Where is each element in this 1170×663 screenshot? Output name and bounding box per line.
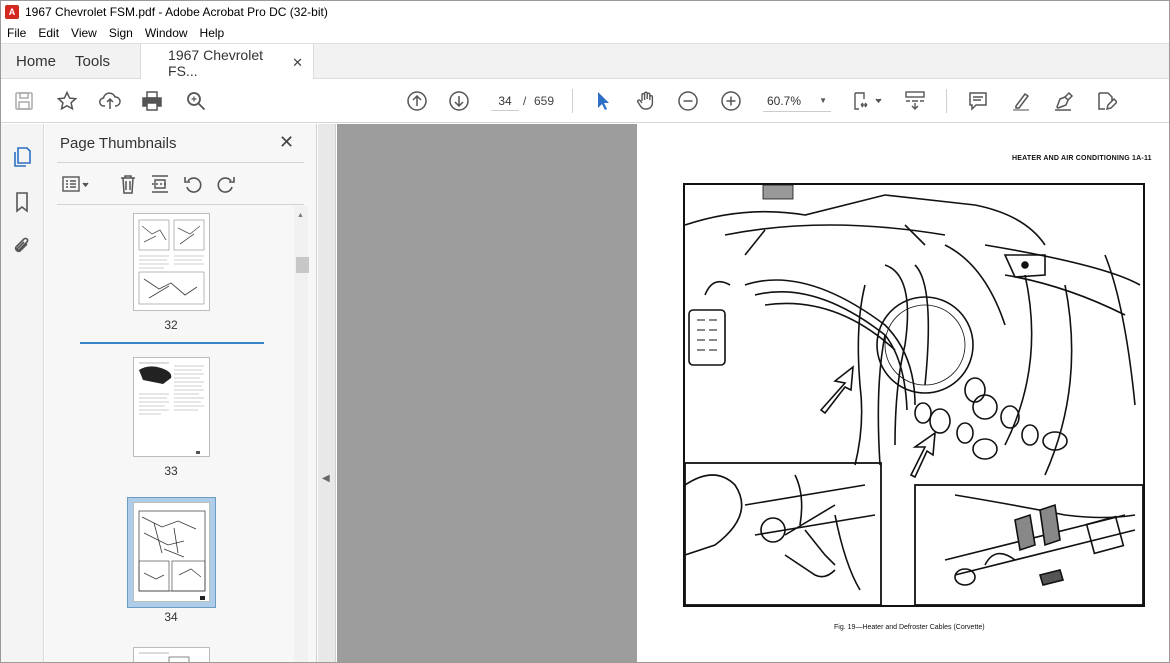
page-thumbnails-panel: Page Thumbnails ✕ 32 33 34 (45, 124, 317, 662)
thumbnail-page[interactable] (133, 647, 210, 662)
menu-edit[interactable]: Edit (38, 26, 59, 40)
thumbnail-preview (138, 510, 206, 600)
page-number-input[interactable] (491, 91, 519, 111)
heater-cable-drawing (684, 184, 1144, 606)
comment-icon[interactable] (966, 89, 990, 113)
page-up-icon[interactable] (405, 89, 429, 113)
sign-icon[interactable] (1051, 89, 1075, 113)
page-thumbnails-icon[interactable] (10, 145, 34, 169)
star-icon[interactable] (55, 89, 79, 113)
scrollbar-thumb[interactable] (296, 257, 309, 273)
document-viewer[interactable]: HEATER AND AIR CONDITIONING 1A-11 Fig. 1… (337, 124, 1169, 662)
hand-icon[interactable] (634, 89, 658, 113)
scroll-mode-icon[interactable] (903, 89, 927, 113)
thumbnail-label: 33 (164, 464, 178, 478)
thumbnail-label: 32 (164, 318, 178, 332)
acrobat-logo-icon: A (5, 5, 19, 19)
navigation-rail (1, 124, 44, 662)
panel-collapse-strip[interactable]: ◀ (318, 124, 336, 662)
main-toolbar: / 659 60.7% ▼ (1, 79, 1169, 123)
bookmark-icon[interactable] (10, 190, 34, 214)
tab-document-label: 1967 Chevrolet FS... (168, 46, 263, 79)
figure-caption: Fig. 19—Heater and Defroster Cables (Cor… (834, 624, 985, 631)
thumbnail-page[interactable] (133, 357, 210, 457)
print-icon[interactable] (140, 89, 164, 113)
window-title: 1967 Chevrolet FSM.pdf - Adobe Acrobat P… (25, 5, 328, 19)
thumbnail-preview (139, 362, 204, 454)
zoom-value: 60.7% (767, 93, 802, 108)
insertion-line (80, 342, 264, 344)
rotate-left-icon[interactable] (181, 172, 205, 196)
acrobat-window: A 1967 Chevrolet FSM.pdf - Adobe Acrobat… (0, 0, 1170, 663)
highlight-icon[interactable] (1009, 89, 1033, 113)
chevron-down-icon: ▼ (819, 96, 827, 105)
extract-pages-icon[interactable] (148, 172, 172, 196)
menu-bar: File Edit View Sign Window Help (1, 23, 1169, 43)
tab-bar: Home Tools 1967 Chevrolet FS... ✕ (1, 43, 1169, 81)
trash-icon[interactable] (116, 172, 140, 196)
select-arrow-icon[interactable] (591, 89, 615, 113)
menu-file[interactable]: File (7, 26, 26, 40)
panel-divider (57, 204, 304, 205)
menu-help[interactable]: Help (200, 26, 225, 40)
title-bar: A 1967 Chevrolet FSM.pdf - Adobe Acrobat… (1, 1, 1169, 23)
thumbnail-scrollbar[interactable]: ▲ (294, 206, 309, 662)
collapse-arrow-icon[interactable]: ◀ (322, 473, 330, 484)
save-icon[interactable] (12, 89, 36, 113)
thumbnail-page[interactable] (133, 213, 210, 311)
thumbnail-list: 32 33 34 (57, 206, 293, 662)
thumbnail-preview (138, 219, 205, 305)
close-tab-icon[interactable]: ✕ (292, 55, 303, 71)
panel-divider (57, 162, 304, 163)
menu-view[interactable]: View (71, 26, 97, 40)
search-icon[interactable] (184, 89, 208, 113)
page-separator: / (523, 94, 527, 108)
thumbnail-preview (139, 652, 190, 662)
close-panel-icon[interactable]: ✕ (279, 132, 294, 153)
tab-document[interactable]: 1967 Chevrolet FS... ✕ (140, 44, 315, 81)
fit-page-icon[interactable] (850, 89, 884, 113)
thumbnail-page-current[interactable] (133, 502, 210, 602)
zoom-in-icon[interactable] (719, 89, 743, 113)
thumbnail-options-icon[interactable] (59, 172, 93, 196)
total-pages: 659 (534, 94, 555, 108)
toolbar-divider (572, 89, 573, 113)
more-tools-icon[interactable] (1094, 89, 1118, 113)
attachment-icon[interactable] (10, 234, 34, 258)
menu-sign[interactable]: Sign (109, 26, 133, 40)
thumbnail-toolbar (57, 170, 304, 198)
rotate-right-icon[interactable] (214, 172, 238, 196)
tab-home[interactable]: Home (1, 44, 71, 78)
scroll-up-icon[interactable]: ▲ (297, 212, 304, 219)
tab-tools[interactable]: Tools (71, 44, 125, 78)
page-down-icon[interactable] (447, 89, 471, 113)
menu-window[interactable]: Window (145, 26, 188, 40)
page-header: HEATER AND AIR CONDITIONING 1A-11 (1012, 155, 1152, 162)
zoom-out-icon[interactable] (676, 89, 700, 113)
thumbnail-label: 34 (164, 610, 178, 624)
zoom-select[interactable]: 60.7% ▼ (763, 90, 831, 112)
figure-illustration (683, 183, 1145, 607)
panel-title: Page Thumbnails (60, 135, 177, 152)
toolbar-divider (946, 89, 947, 113)
pdf-page[interactable]: HEATER AND AIR CONDITIONING 1A-11 Fig. 1… (637, 124, 1169, 662)
upload-icon[interactable] (98, 89, 122, 113)
